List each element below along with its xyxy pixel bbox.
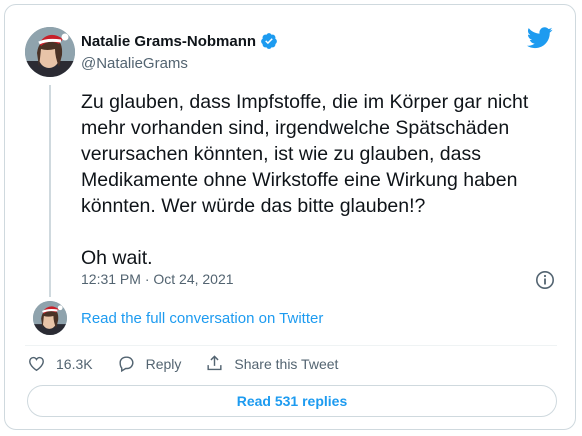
tweet-line-2: mehr vorhanden sind, irgendwelche Spätsc… [81,117,510,139]
info-icon[interactable] [535,270,555,290]
reply-button[interactable]: Reply [117,354,182,373]
share-button[interactable]: Share this Tweet [205,354,338,373]
tweet-actions: 16.3K Reply Share this Tweet [27,354,362,373]
reply-label: Reply [145,355,182,372]
author-avatar[interactable] [25,27,75,77]
tweet-line-4: Medikamente ohne Wirkstoffe eine Wirkung… [81,169,518,191]
tweet-line-3: verursachen könnten, ist wie zu glauben,… [81,143,481,165]
share-icon [207,355,222,371]
like-count: 16.3K [56,355,93,372]
author-name-row[interactable]: Natalie Grams-Nobmann [81,32,278,50]
like-button[interactable]: 16.3K [27,354,93,373]
thread-connector-line [49,85,51,297]
conversation-avatar[interactable] [33,301,67,335]
read-conversation-link[interactable]: Read the full conversation on Twitter [81,310,323,327]
twitter-bird-icon[interactable] [526,27,553,49]
tweet-timestamp[interactable]: 12:31 PM · Oct 24, 2021 [81,271,234,287]
heart-icon [29,356,44,372]
tweet-body: Zu glauben, dass Impfstoffe, die im Körp… [81,89,569,271]
tweet-closing-line: Oh wait. [81,247,153,269]
read-replies-button[interactable]: Read 531 replies [27,385,557,417]
author-display-name[interactable]: Natalie Grams-Nobmann [81,33,256,50]
tweet-card: Natalie Grams-Nobmann @NatalieGrams Zu g… [4,4,576,430]
actions-divider [25,345,557,346]
tweet-line-5: könnten. Wer würde das bitte glauben!? [81,195,426,217]
tweet-line-1: Zu glauben, dass Impfstoffe, die im Körp… [81,91,529,113]
verified-badge-icon [260,32,278,50]
share-label: Share this Tweet [234,355,339,372]
author-handle[interactable]: @NatalieGrams [81,55,188,72]
reply-bubble-icon [119,356,134,373]
